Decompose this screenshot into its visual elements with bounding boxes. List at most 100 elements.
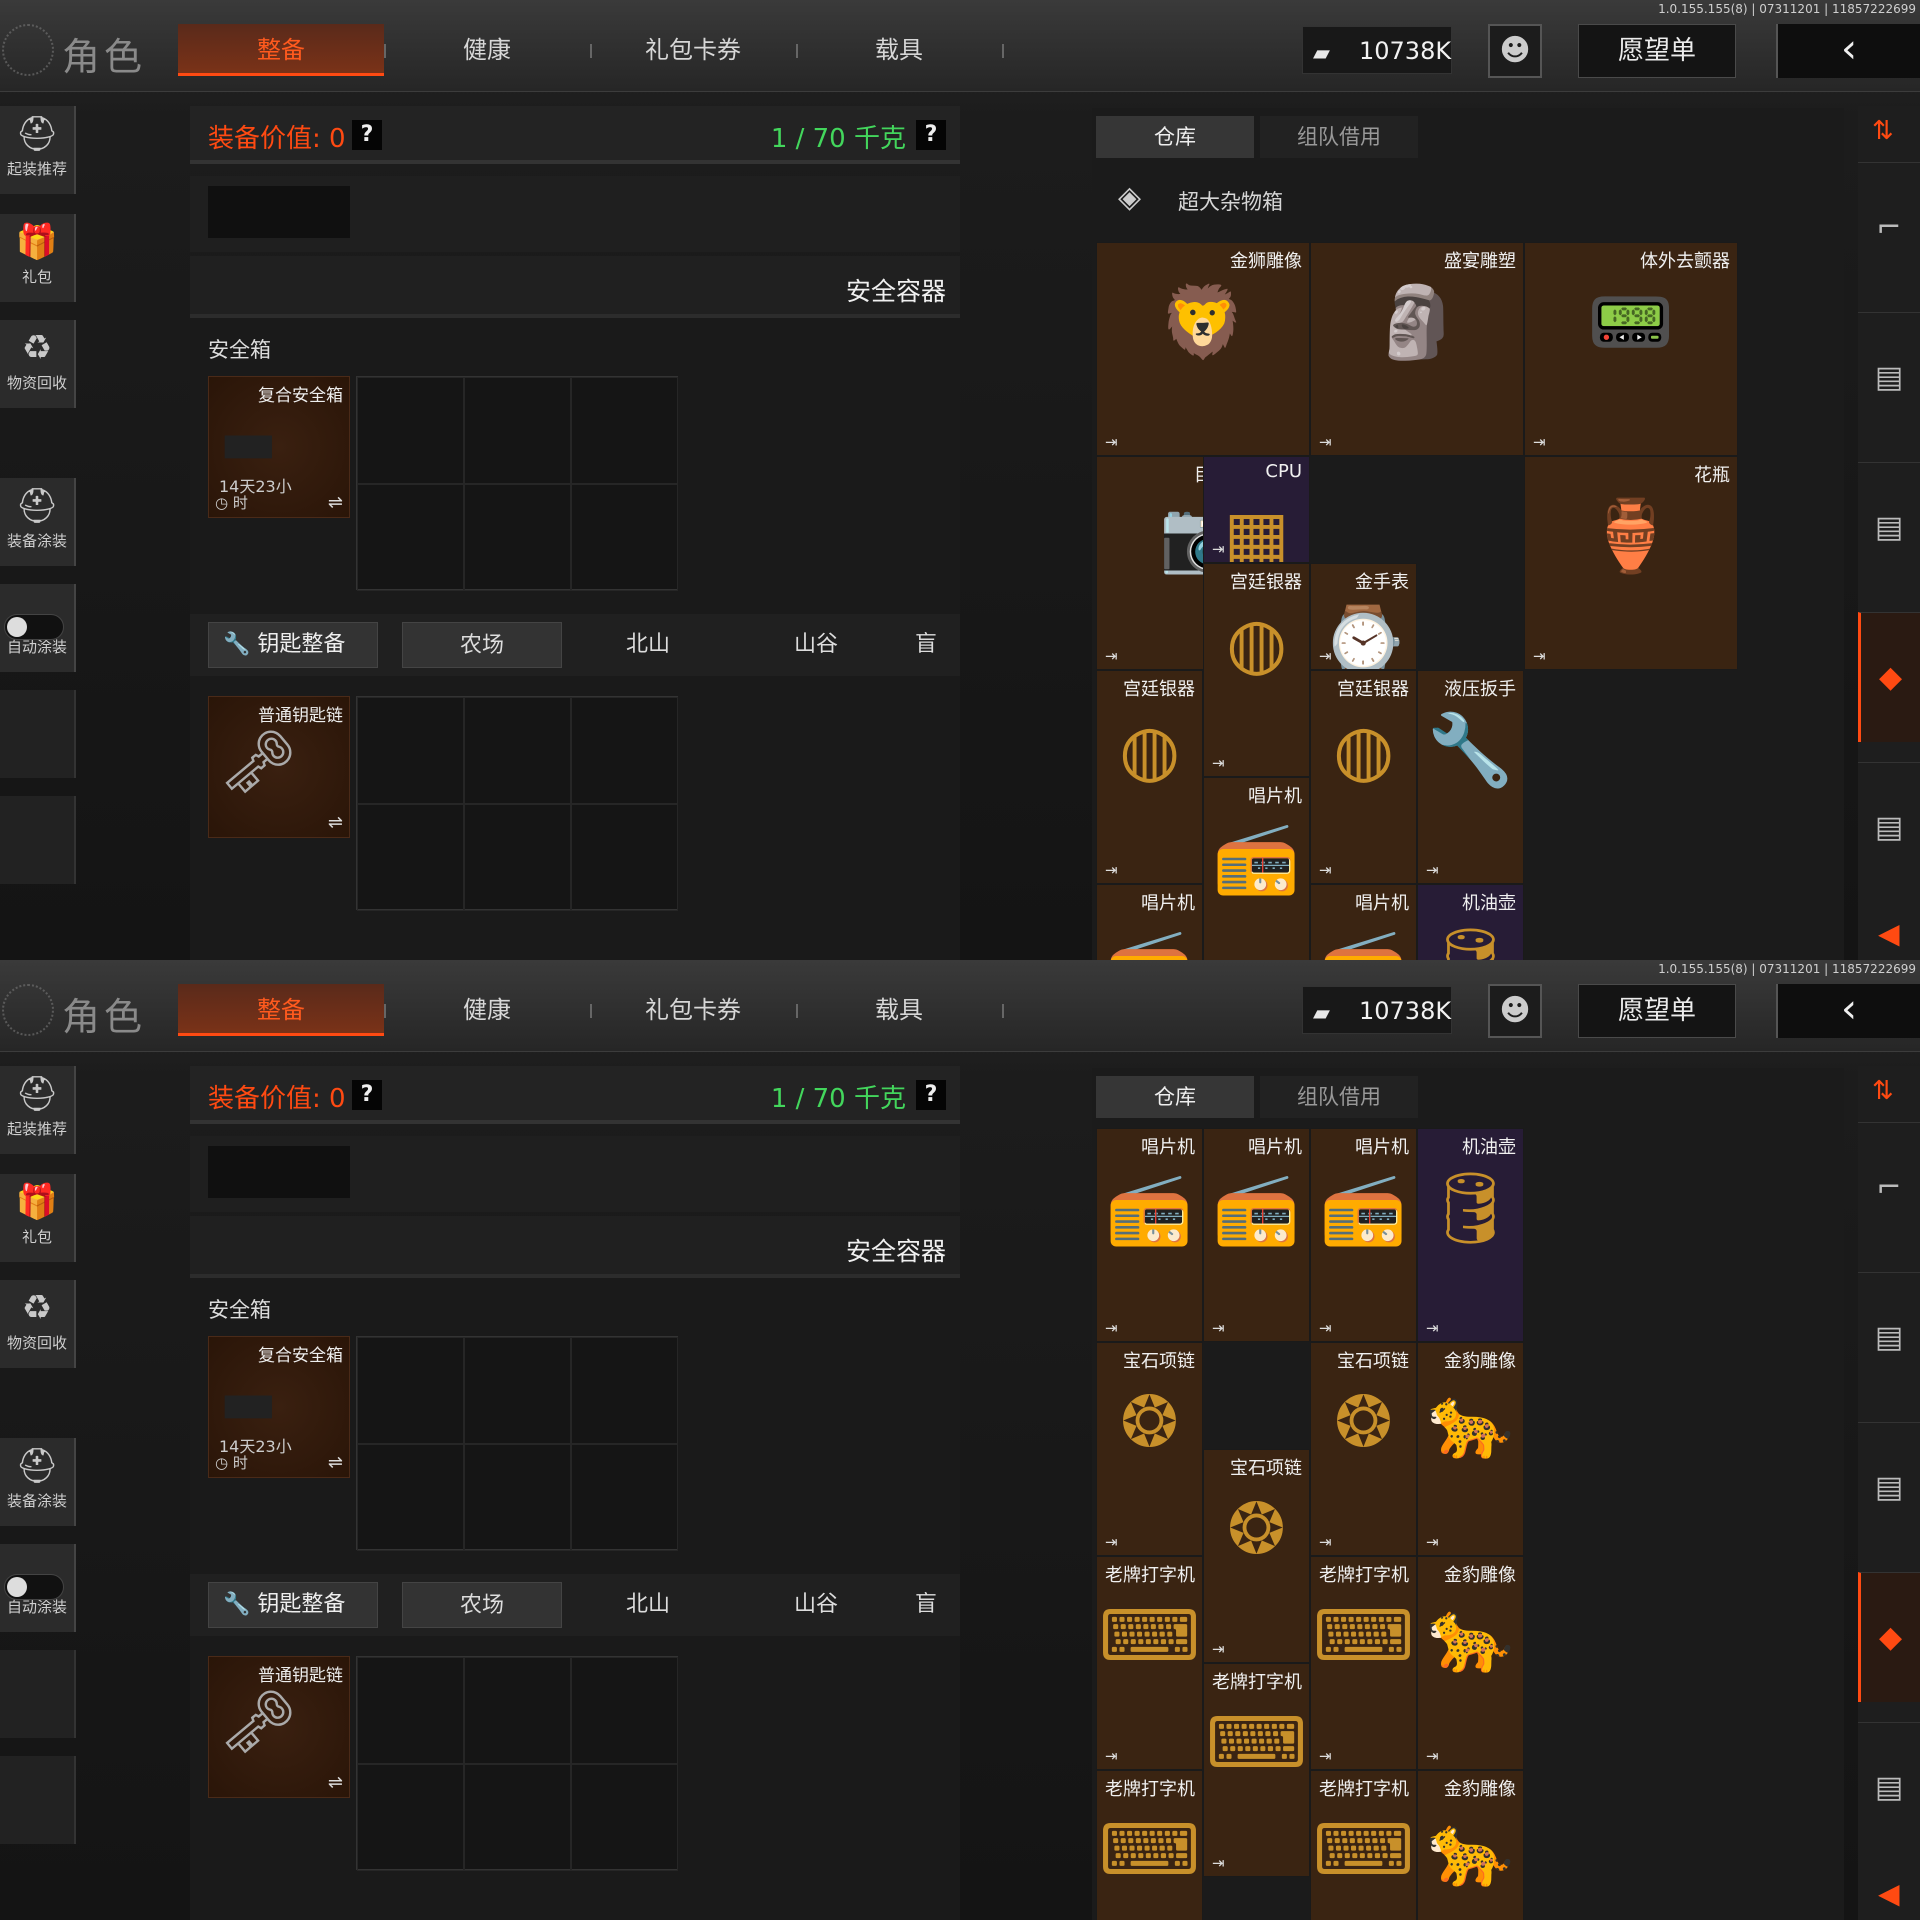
keychain-item[interactable]: 普通钥匙链 🗝 ⇌ bbox=[208, 1656, 350, 1798]
warehouse-item[interactable]: 盛宴雕塑 🗿 ⇥ bbox=[1310, 242, 1524, 456]
category-case[interactable]: ▤ bbox=[1858, 1722, 1920, 1852]
move-out-icon[interactable]: ⇥ bbox=[1319, 433, 1332, 451]
move-out-icon[interactable]: ⇥ bbox=[1105, 433, 1118, 451]
grid-cell[interactable] bbox=[571, 697, 678, 804]
move-out-icon[interactable]: ⇥ bbox=[1426, 1747, 1439, 1765]
warehouse-item[interactable]: 机油壶🛢⇥ bbox=[1417, 1128, 1524, 1342]
warehouse-item[interactable]: 宝石项链 ❂ ⇥ bbox=[1096, 1342, 1203, 1556]
sidebar-item-recycle[interactable]: ♻ 物资回收 bbox=[0, 320, 76, 408]
move-out-icon[interactable]: ⇥ bbox=[1105, 647, 1118, 665]
sidebar-item-paint[interactable]: ⛑ 装备涂装 bbox=[0, 478, 76, 566]
warehouse-item[interactable]: 唱片机📻⇥ bbox=[1203, 1128, 1310, 1342]
warehouse-item[interactable]: 宫廷银器 ◍ ⇥ bbox=[1310, 670, 1417, 884]
tab-team-borrow[interactable]: 组队借用 bbox=[1260, 116, 1418, 158]
sidebar-item-gift[interactable]: 🎁 礼包 bbox=[0, 1174, 76, 1262]
move-out-icon[interactable]: ⇥ bbox=[1212, 1319, 1225, 1337]
grid-cell[interactable] bbox=[571, 1444, 678, 1551]
warehouse-item[interactable]: 金手表 ⌚ ⇥ bbox=[1310, 563, 1417, 670]
grid-cell[interactable] bbox=[357, 377, 464, 484]
tab-health[interactable]: 健康 bbox=[384, 984, 590, 1036]
warehouse-grid[interactable]: 唱片机 📻 ⇥ 唱片机 📻 ⇥ 机油壶 🛢 ⇥ 唱片机 📻 ⇥ 宝石项链 ❂ ⇥ 宝石项链 ❂ ⇥ 金豹雕像 🐆 ⇥ 宝石… bbox=[1096, 1128, 1842, 1920]
category-case[interactable]: ▤ bbox=[1858, 1422, 1920, 1552]
sidebar-item-loadout-recommend[interactable]: ⛑ 起装推荐 bbox=[0, 1066, 76, 1154]
grid-cell[interactable] bbox=[571, 1764, 678, 1871]
help-icon[interactable]: ? bbox=[916, 120, 946, 150]
warehouse-item[interactable]: 金豹雕像🐆⇥ bbox=[1417, 1770, 1524, 1920]
warehouse-item[interactable]: 金豹雕像🐆⇥ bbox=[1417, 1556, 1524, 1770]
category-weapon[interactable]: ⌐ bbox=[1858, 1122, 1920, 1252]
key-loadout-button[interactable]: 🔧 钥匙整备 bbox=[208, 622, 378, 668]
sidebar-item-gift[interactable]: 🎁 礼包 bbox=[0, 214, 76, 302]
grid-cell[interactable] bbox=[464, 1337, 571, 1444]
sidebar-item-paint[interactable]: ⛑ 装备涂装 bbox=[0, 1438, 76, 1526]
map-tab-more[interactable]: 盲 bbox=[896, 622, 956, 668]
warehouse-item[interactable]: 宝石项链 ❂ ⇥ bbox=[1310, 1342, 1417, 1556]
warehouse-item[interactable]: 唱片机📻⇥ bbox=[1310, 884, 1417, 960]
map-tab-north-mountain[interactable]: 北山 bbox=[568, 622, 728, 668]
move-out-icon[interactable]: ⇥ bbox=[1212, 1640, 1225, 1658]
swap-icon[interactable]: ⇌ bbox=[328, 1772, 343, 1793]
grid-cell[interactable] bbox=[357, 1337, 464, 1444]
warehouse-item[interactable]: 唱片机📻⇥ bbox=[1310, 1128, 1417, 1342]
grid-cell[interactable] bbox=[357, 1444, 464, 1551]
wishlist-button[interactable]: 愿望单 bbox=[1578, 984, 1736, 1038]
category-case[interactable]: ▤ bbox=[1858, 762, 1920, 892]
warehouse-item[interactable]: CPU ▦ ⇥ bbox=[1203, 456, 1310, 563]
keychain-grid[interactable] bbox=[356, 696, 678, 911]
warehouse-item[interactable]: 老牌打字机⌨⇥ bbox=[1096, 1556, 1203, 1770]
grid-cell[interactable] bbox=[571, 1657, 678, 1764]
back-button[interactable]: ‹ bbox=[1776, 984, 1920, 1038]
move-out-icon[interactable]: ⇥ bbox=[1426, 861, 1439, 879]
move-out-icon[interactable]: ⇥ bbox=[1533, 433, 1546, 451]
map-tab-farm[interactable]: 农场 bbox=[402, 1582, 562, 1628]
grid-cell[interactable] bbox=[464, 1764, 571, 1871]
move-out-icon[interactable]: ⇥ bbox=[1426, 1533, 1439, 1551]
empty-equip-slot[interactable] bbox=[208, 186, 350, 238]
safebox-item[interactable]: 复合安全箱 ▬ 14天23小 ◷ 时 ⇌ bbox=[208, 1336, 350, 1478]
move-out-icon[interactable]: ⇥ bbox=[1105, 1533, 1118, 1551]
map-tab-valley[interactable]: 山谷 bbox=[736, 1582, 896, 1628]
tab-health[interactable]: 健康 bbox=[384, 24, 590, 76]
grid-cell[interactable] bbox=[464, 697, 571, 804]
wishlist-button[interactable]: 愿望单 bbox=[1578, 24, 1736, 78]
move-out-icon[interactable]: ⇥ bbox=[1105, 861, 1118, 879]
move-out-icon[interactable]: ⇥ bbox=[1319, 861, 1332, 879]
move-out-icon[interactable]: ⇥ bbox=[1319, 1533, 1332, 1551]
warehouse-item[interactable]: 老牌打字机⌨⇥ bbox=[1310, 1770, 1417, 1920]
warehouse-item[interactable]: 机油壶🛢⇥ bbox=[1417, 884, 1524, 960]
move-out-icon[interactable]: ⇥ bbox=[1319, 1319, 1332, 1337]
move-out-icon[interactable]: ⇥ bbox=[1105, 1747, 1118, 1765]
swap-icon[interactable]: ⇌ bbox=[328, 1452, 343, 1473]
map-tab-valley[interactable]: 山谷 bbox=[736, 622, 896, 668]
warehouse-item[interactable]: 宝石项链 ❂ ⇥ bbox=[1203, 1449, 1310, 1663]
warehouse-item[interactable]: 金豹雕像🐆⇥ bbox=[1417, 1342, 1524, 1556]
map-tab-north-mountain[interactable]: 北山 bbox=[568, 1582, 728, 1628]
grid-cell[interactable] bbox=[357, 1657, 464, 1764]
auto-paint-toggle[interactable] bbox=[4, 614, 64, 640]
help-icon[interactable]: ? bbox=[352, 1080, 382, 1110]
tab-warehouse[interactable]: 仓库 bbox=[1096, 1076, 1254, 1118]
swap-icon[interactable]: ⇌ bbox=[328, 812, 343, 833]
safebox-grid[interactable] bbox=[356, 376, 678, 591]
grid-cell[interactable] bbox=[571, 484, 678, 591]
warehouse-item[interactable]: 花瓶 🏺 ⇥ bbox=[1524, 456, 1738, 670]
category-case[interactable]: ▤ bbox=[1858, 462, 1920, 592]
keychain-item[interactable]: 普通钥匙链 🗝 ⇌ bbox=[208, 696, 350, 838]
move-out-icon[interactable]: ⇥ bbox=[1319, 647, 1332, 665]
grid-cell[interactable] bbox=[464, 377, 571, 484]
tab-prepare[interactable]: 整备 bbox=[178, 984, 384, 1036]
warehouse-grid[interactable]: 金狮雕像🦁⇥盛宴雕塑🗿⇥体外去颤器📟⇥目标定位模块📷⇥CPU▦⇥花瓶🏺⇥宫廷银器… bbox=[1096, 242, 1842, 960]
move-out-icon[interactable]: ⇥ bbox=[1533, 647, 1546, 665]
safebox-grid[interactable] bbox=[356, 1336, 678, 1551]
sort-icon[interactable]: ⇅ bbox=[1872, 116, 1894, 146]
grid-cell[interactable] bbox=[464, 804, 571, 911]
grid-cell[interactable] bbox=[357, 697, 464, 804]
move-out-icon[interactable]: ⇥ bbox=[1212, 754, 1225, 772]
currency-display[interactable]: ▰ 10738K bbox=[1302, 986, 1452, 1034]
help-icon[interactable]: ? bbox=[916, 1080, 946, 1110]
tab-gift-coupons[interactable]: 礼包卡券 bbox=[590, 24, 796, 76]
grid-cell[interactable] bbox=[464, 484, 571, 591]
map-tab-more[interactable]: 盲 bbox=[896, 1582, 956, 1628]
keychain-grid[interactable] bbox=[356, 1656, 678, 1871]
warehouse-item[interactable]: 唱片机📻⇥ bbox=[1096, 1128, 1203, 1342]
